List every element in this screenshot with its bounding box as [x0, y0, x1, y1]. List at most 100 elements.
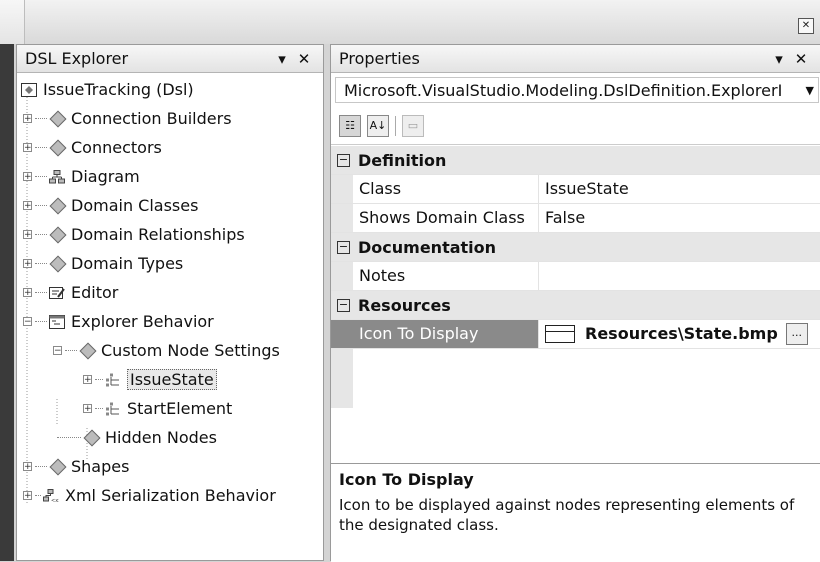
category-definition[interactable]: − Definition — [331, 146, 820, 175]
image-preview-icon — [545, 325, 575, 343]
tree-item-label: Explorer Behavior — [71, 311, 214, 331]
object-selector-dropdown[interactable]: Microsoft.VisualStudio.Modeling.DslDefin… — [335, 77, 819, 103]
tree-item-domain-classes[interactable]: + Domain Classes — [23, 193, 198, 217]
tree-item-diagram[interactable]: + Diagram — [23, 164, 140, 188]
property-grid: − Definition Class IssueState Shows Doma… — [331, 146, 820, 349]
expand-icon[interactable]: + — [23, 142, 32, 152]
categorized-button[interactable]: ☷ — [339, 114, 361, 137]
property-value[interactable]: False — [539, 204, 820, 232]
category-label: Definition — [358, 150, 447, 170]
tree-item-explorer-behavior[interactable]: − Explorer Behavior — [23, 309, 214, 333]
title-bar: ✕ — [0, 0, 820, 44]
tree-item-custom-node-settings[interactable]: − Custom Node Settings — [53, 338, 280, 362]
collapse-icon[interactable]: − — [337, 298, 350, 312]
property-value: Resources\State.bmp — [585, 324, 778, 343]
collapse-icon[interactable]: − — [337, 153, 350, 167]
expand-icon[interactable]: + — [83, 374, 92, 384]
expand-icon[interactable]: + — [23, 258, 32, 268]
tree-item-shapes[interactable]: + Shapes — [23, 454, 129, 478]
dsl-explorer-header: DSL Explorer ▾ ✕ — [17, 45, 323, 73]
expand-icon[interactable]: + — [23, 490, 32, 500]
property-value-icon-to-display[interactable]: Resources\State.bmp ... — [539, 320, 820, 348]
expand-icon[interactable]: + — [23, 171, 32, 181]
diamond-icon — [79, 342, 97, 360]
collapse-icon[interactable]: − — [53, 345, 62, 355]
diamond-icon — [49, 110, 67, 128]
tree-item-domain-types[interactable]: + Domain Types — [23, 251, 183, 275]
description-text: Icon to be displayed against nodes repre… — [339, 496, 795, 534]
tree-item-label: Domain Relationships — [71, 224, 245, 244]
tree-item-hidden-nodes[interactable]: Hidden Nodes — [57, 425, 217, 449]
property-row-icon-to-display[interactable]: Icon To Display Resources\State.bmp ... — [331, 320, 820, 349]
properties-close-icon[interactable]: ✕ — [790, 50, 812, 68]
dsl-explorer-dropdown-icon[interactable]: ▾ — [271, 50, 293, 68]
diamond-icon — [83, 429, 101, 447]
dsl-tree: IssueTracking (Dsl) + Connection Builder… — [17, 73, 323, 560]
expand-icon[interactable]: + — [23, 287, 32, 297]
tree-item-connectors[interactable]: + Connectors — [23, 135, 162, 159]
window-close-icon[interactable]: ✕ — [798, 18, 814, 34]
tree-item-label: Shapes — [71, 456, 130, 476]
property-name: Icon To Display — [331, 320, 539, 348]
properties-title: Properties — [339, 49, 420, 68]
category-label: Documentation — [358, 237, 497, 257]
category-label: Resources — [358, 295, 451, 315]
expand-icon[interactable]: + — [23, 229, 32, 239]
svg-text:<x>: <x> — [51, 498, 59, 503]
category-resources[interactable]: − Resources — [331, 291, 820, 320]
description-panel: Icon To Display Icon to be displayed aga… — [331, 463, 820, 562]
property-value[interactable] — [539, 262, 820, 290]
expand-icon[interactable]: + — [23, 113, 32, 123]
property-row-class[interactable]: Class IssueState — [331, 175, 820, 204]
xml-serialization-icon: <x> — [43, 488, 62, 504]
category-documentation[interactable]: − Documentation — [331, 233, 820, 262]
tree-item-label: StartElement — [127, 398, 233, 418]
expand-icon[interactable]: + — [23, 200, 32, 210]
expand-icon[interactable]: + — [83, 403, 92, 413]
expand-icon[interactable]: + — [23, 461, 32, 471]
tree-item-label: Connection Builders — [71, 108, 232, 128]
tree-item-label: Diagram — [71, 166, 140, 186]
property-pages-button[interactable]: ▭ — [402, 114, 424, 137]
tree-item-label: Domain Types — [71, 253, 184, 273]
tree-item-editor[interactable]: + Editor — [23, 280, 118, 304]
diamond-icon — [49, 139, 67, 157]
editor-icon — [49, 285, 65, 299]
property-name: Notes — [331, 262, 539, 290]
property-name: Class — [331, 175, 539, 203]
tree-item-xml-serialization-behavior[interactable]: + <x> Xml Serialization Behavior — [23, 483, 276, 507]
properties-header: Properties ▾ ✕ — [331, 45, 820, 73]
diamond-icon — [49, 255, 67, 273]
diagram-icon — [49, 169, 65, 184]
property-row-notes[interactable]: Notes — [331, 262, 820, 291]
object-selector-value: Microsoft.VisualStudio.Modeling.DslDefin… — [344, 81, 783, 100]
collapse-icon[interactable]: − — [23, 316, 32, 326]
tree-item-connection-builders[interactable]: + Connection Builders — [23, 106, 232, 130]
tree-item-issuestate[interactable]: + IssueState — [83, 367, 217, 391]
collapse-icon[interactable]: − — [337, 240, 350, 254]
dsl-root-icon — [21, 82, 37, 97]
property-name: Shows Domain Class — [331, 204, 539, 232]
diamond-icon — [49, 458, 67, 476]
node-settings-icon — [105, 372, 121, 387]
node-settings-icon — [105, 401, 121, 416]
tree-item-label: Custom Node Settings — [101, 340, 280, 360]
browse-button[interactable]: ... — [785, 323, 808, 345]
tree-item-domain-relationships[interactable]: + Domain Relationships — [23, 222, 245, 246]
dsl-explorer-close-icon[interactable]: ✕ — [293, 50, 315, 68]
tree-root-node[interactable]: IssueTracking (Dsl) — [21, 77, 194, 101]
chevron-down-icon: ▼ — [805, 84, 814, 97]
description-title: Icon To Display — [339, 470, 474, 489]
left-dock-bar — [0, 44, 14, 561]
tree-item-label: Hidden Nodes — [105, 427, 217, 447]
diamond-icon — [49, 197, 67, 215]
properties-dropdown-icon[interactable]: ▾ — [768, 50, 790, 68]
property-row-shows-domain-class[interactable]: Shows Domain Class False — [331, 204, 820, 233]
tree-item-label: Editor — [71, 282, 119, 302]
toolbar-separator — [395, 115, 396, 136]
property-value[interactable]: IssueState — [539, 175, 820, 203]
alphabetical-button[interactable]: A↓ — [367, 114, 389, 137]
dsl-explorer-pane: DSL Explorer ▾ ✕ IssueTracking (Dsl) + C… — [16, 44, 324, 561]
title-bar-left — [0, 0, 25, 44]
tree-item-startelement[interactable]: + StartElement — [83, 396, 232, 420]
